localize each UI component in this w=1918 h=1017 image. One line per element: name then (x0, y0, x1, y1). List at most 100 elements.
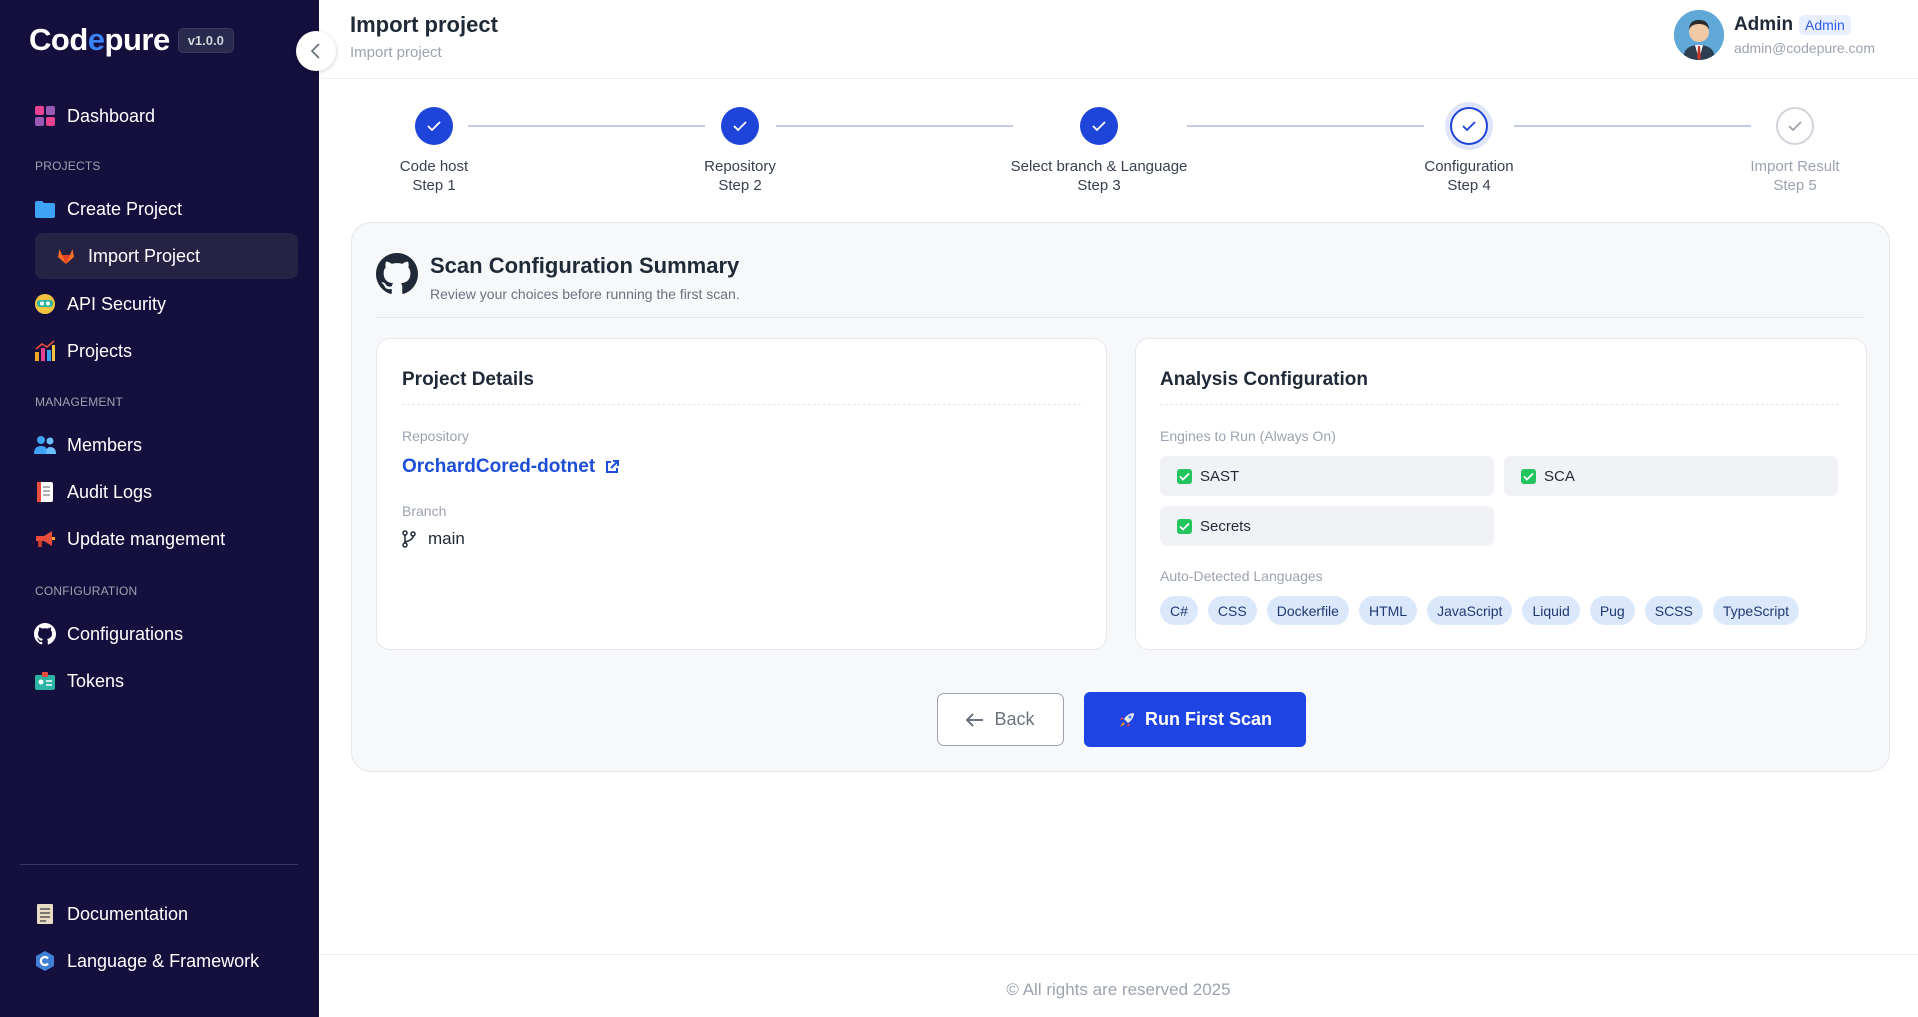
sidebar-item-api-security[interactable]: API Security (34, 282, 166, 326)
sidebar-item-import-project[interactable]: Import Project (35, 233, 298, 279)
sidebar-item-label: Dashboard (67, 105, 156, 126)
scan-summary-card: Scan Configuration Summary Review your c… (351, 222, 1890, 772)
copyright-text: © All rights are reserved 2025 (1006, 980, 1231, 999)
check-icon (1788, 121, 1802, 132)
dashboard-icon (34, 105, 56, 127)
sidebar-item-label: API Security (67, 293, 167, 314)
language-chip: C# (1160, 596, 1198, 625)
panel-title: Project Details (402, 369, 534, 390)
sidebar-item-configurations[interactable]: Configurations (34, 612, 183, 656)
sidebar-item-create-project[interactable]: Create Project (34, 187, 182, 231)
sidebar-item-projects[interactable]: Projects (34, 329, 132, 373)
user-menu[interactable]: Admin Admin admin@codepure.com (1673, 10, 1875, 60)
step-indicator (1776, 107, 1814, 145)
language-chip: Dockerfile (1266, 596, 1349, 625)
summary-subtitle: Review your choices before running the f… (430, 286, 740, 302)
sidebar-item-members[interactable]: Members (34, 423, 142, 467)
section-configuration: CONFIGURATION (35, 584, 138, 598)
language-chip: SCSS (1644, 596, 1703, 625)
role-badge: Admin (1799, 15, 1851, 35)
footer: © All rights are reserved 2025 (319, 954, 1918, 1017)
collapse-sidebar-button[interactable] (296, 31, 336, 71)
step-code-host[interactable]: Code host Step 1 (364, 107, 504, 195)
bar-chart-icon (34, 340, 56, 362)
sidebar-item-label: Configurations (67, 623, 184, 644)
log-book-icon (34, 481, 56, 503)
step-number: Step 5 (1773, 177, 1817, 194)
step-repository[interactable]: Repository Step 2 (670, 107, 810, 195)
check-icon (1462, 121, 1476, 132)
step-name: Select branch & Language (1010, 158, 1188, 175)
step-name: Code host (399, 158, 469, 175)
divider (376, 317, 1865, 318)
logo-text: Codepure (29, 22, 170, 57)
sidebar-item-update-management[interactable]: Update mangement (34, 517, 225, 561)
engine-label: Secrets (1200, 517, 1251, 535)
page-title: Import project (350, 12, 498, 37)
check-icon (427, 121, 441, 132)
megaphone-icon (34, 528, 56, 550)
id-card-icon (34, 670, 56, 692)
step-indicator (1450, 107, 1488, 145)
sidebar-item-label: Import Project (88, 245, 201, 266)
run-first-scan-button[interactable]: Run First Scan (1084, 692, 1306, 747)
sidebar-divider (20, 864, 298, 865)
divider (402, 404, 1081, 405)
check-icon (733, 121, 747, 132)
language-chip: Pug (1589, 596, 1635, 625)
branch-value: main (402, 529, 465, 549)
sidebar-item-label: Members (67, 434, 143, 455)
language-chip: JavaScript (1427, 596, 1513, 625)
user-email: admin@codepure.com (1733, 40, 1875, 56)
sidebar-item-tokens[interactable]: Tokens (34, 659, 124, 703)
step-indicator (721, 107, 759, 145)
members-icon (34, 434, 56, 456)
back-button[interactable]: Back (937, 693, 1064, 746)
summary-title: Scan Configuration Summary (430, 253, 740, 278)
checkbox-checked-icon (1521, 468, 1536, 484)
branch-label: Branch (402, 503, 447, 519)
github-icon (34, 623, 56, 645)
app-logo[interactable]: Codepure v1.0.0 (29, 22, 234, 58)
arrow-left-icon (966, 712, 984, 727)
document-icon (34, 903, 56, 925)
checkbox-checked-icon (1177, 468, 1192, 484)
sidebar-item-language-framework[interactable]: Language & Framework (34, 939, 259, 983)
step-indicator (415, 107, 453, 145)
engine-secrets: Secrets (1160, 506, 1494, 546)
section-management: MANAGEMENT (35, 395, 124, 409)
stepper-connector (1514, 125, 1751, 127)
step-import-result[interactable]: Import Result Step 5 (1725, 107, 1865, 195)
checkbox-checked-icon (1177, 518, 1192, 534)
top-header: Import project Import project Admin Admi… (319, 0, 1918, 79)
language-chip: CSS (1207, 596, 1257, 625)
breadcrumb[interactable]: Import project (350, 44, 442, 61)
avatar[interactable] (1673, 10, 1724, 60)
repository-name: OrchardCored-dotnet (402, 456, 596, 477)
external-link-icon (606, 460, 620, 473)
run-label: Run First Scan (1144, 709, 1273, 729)
sidebar-item-audit-logs[interactable]: Audit Logs (34, 470, 152, 514)
chevron-left-icon (310, 43, 320, 59)
step-select-branch-language[interactable]: Select branch & Language Step 3 (999, 107, 1199, 195)
csharp-icon (34, 950, 56, 972)
sidebar-item-label: Audit Logs (67, 481, 153, 502)
languages-label: Auto-Detected Languages (1160, 568, 1323, 584)
language-chip: TypeScript (1712, 596, 1799, 625)
section-projects: PROJECTS (35, 159, 101, 173)
step-configuration[interactable]: Configuration Step 4 (1399, 107, 1539, 195)
sidebar-item-documentation[interactable]: Documentation (34, 892, 188, 936)
language-chip: Liquid (1522, 596, 1580, 625)
engine-label: SAST (1200, 467, 1240, 485)
branch-name: main (428, 529, 465, 548)
sidebar-item-label: Update mangement (67, 528, 226, 549)
divider (1160, 404, 1839, 405)
robot-icon (34, 293, 56, 315)
step-indicator (1080, 107, 1118, 145)
sidebar-item-label: Language & Framework (67, 950, 260, 971)
sidebar-item-dashboard[interactable]: Dashboard (34, 94, 155, 138)
project-details-panel: Project Details Repository OrchardCored-… (376, 338, 1107, 650)
step-number: Step 3 (1077, 177, 1121, 194)
repository-link[interactable]: OrchardCored-dotnet (402, 456, 620, 478)
rocket-icon (1119, 712, 1134, 727)
